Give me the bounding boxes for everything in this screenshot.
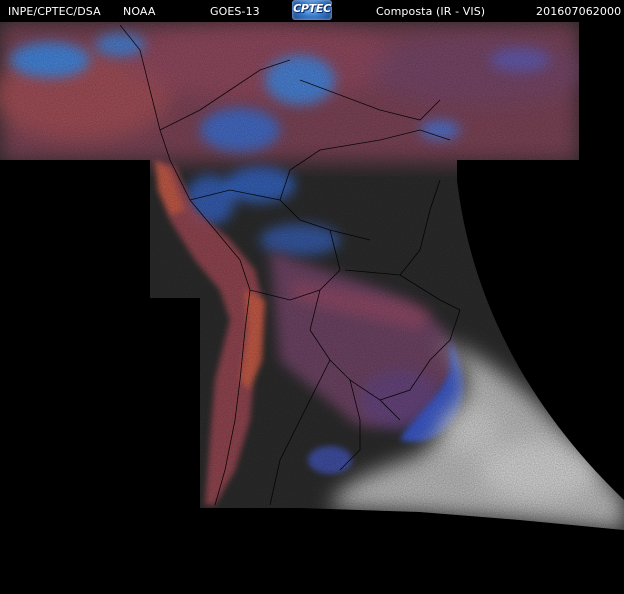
satellite-composite-image xyxy=(0,22,624,530)
timestamp-label: 201607062000 xyxy=(536,5,622,18)
satellite-image-page: INPE/CPTEC/DSA NOAA GOES-13 CPTEC Compos… xyxy=(0,0,624,594)
agency-label: NOAA xyxy=(123,5,156,18)
satellite-label: GOES-13 xyxy=(210,5,260,18)
product-label: Composta (IR - VIS) xyxy=(376,5,486,18)
cptec-logo-text: CPTEC xyxy=(293,2,331,15)
coverage-area xyxy=(0,22,624,530)
image-header: INPE/CPTEC/DSA NOAA GOES-13 CPTEC Compos… xyxy=(0,0,624,22)
cptec-logo: CPTEC xyxy=(292,0,332,20)
institution-label: INPE/CPTEC/DSA xyxy=(8,5,101,18)
